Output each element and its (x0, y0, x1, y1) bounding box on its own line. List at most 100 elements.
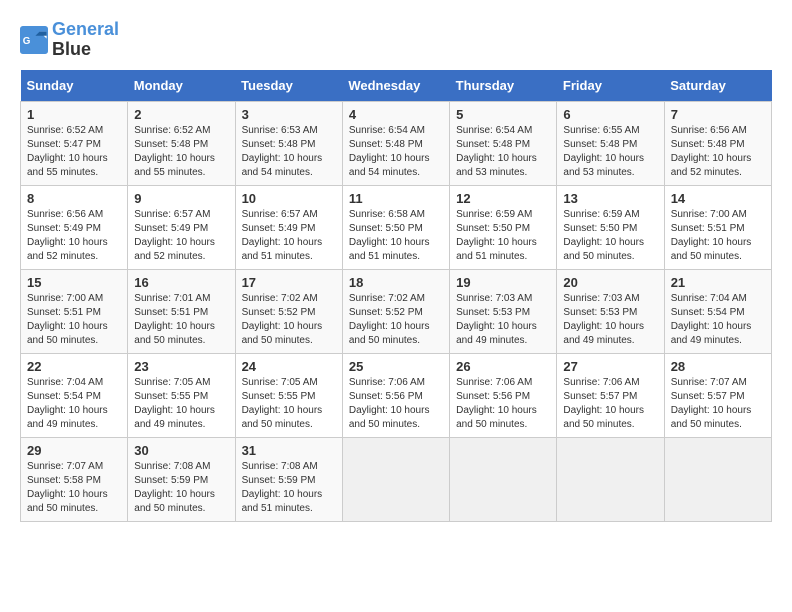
day-info: Sunrise: 6:54 AM Sunset: 5:48 PM Dayligh… (456, 124, 550, 180)
day-number: 23 (134, 359, 228, 374)
weekday-header-row: SundayMondayTuesdayWednesdayThursdayFrid… (21, 70, 772, 102)
logo-text: GeneralBlue (52, 20, 119, 60)
day-number: 6 (563, 107, 657, 122)
day-info: Sunrise: 6:54 AM Sunset: 5:48 PM Dayligh… (349, 124, 443, 180)
day-info: Sunrise: 6:57 AM Sunset: 5:49 PM Dayligh… (134, 208, 228, 264)
calendar-cell: 6 Sunrise: 6:55 AM Sunset: 5:48 PM Daylig… (557, 101, 664, 185)
calendar-week-2: 8 Sunrise: 6:56 AM Sunset: 5:49 PM Daylig… (21, 185, 772, 269)
day-info: Sunrise: 6:53 AM Sunset: 5:48 PM Dayligh… (242, 124, 336, 180)
day-number: 18 (349, 275, 443, 290)
calendar-cell: 14 Sunrise: 7:00 AM Sunset: 5:51 PM Dayli… (664, 185, 771, 269)
day-number: 8 (27, 191, 121, 206)
calendar-cell (450, 437, 557, 521)
calendar-cell: 8 Sunrise: 6:56 AM Sunset: 5:49 PM Daylig… (21, 185, 128, 269)
calendar-week-5: 29 Sunrise: 7:07 AM Sunset: 5:58 PM Dayli… (21, 437, 772, 521)
day-info: Sunrise: 6:59 AM Sunset: 5:50 PM Dayligh… (563, 208, 657, 264)
calendar-cell: 11 Sunrise: 6:58 AM Sunset: 5:50 PM Dayli… (342, 185, 449, 269)
day-number: 14 (671, 191, 765, 206)
day-info: Sunrise: 7:04 AM Sunset: 5:54 PM Dayligh… (27, 376, 121, 432)
weekday-header-tuesday: Tuesday (235, 70, 342, 102)
calendar-cell: 25Sunrise: 7:06 AM Sunset: 5:56 PM Dayli… (342, 353, 449, 437)
day-number: 10 (242, 191, 336, 206)
day-info: Sunrise: 7:02 AM Sunset: 5:52 PM Dayligh… (349, 292, 443, 348)
day-info: Sunrise: 7:00 AM Sunset: 5:51 PM Dayligh… (671, 208, 765, 264)
weekday-header-thursday: Thursday (450, 70, 557, 102)
calendar-cell: 15 Sunrise: 7:00 AM Sunset: 5:51 PM Dayli… (21, 269, 128, 353)
day-number: 15 (27, 275, 121, 290)
calendar-header: SundayMondayTuesdayWednesdayThursdayFrid… (21, 70, 772, 102)
weekday-header-monday: Monday (128, 70, 235, 102)
calendar-cell: 1 Sunrise: 6:52 AM Sunset: 5:47 PM Daylig… (21, 101, 128, 185)
day-number: 7 (671, 107, 765, 122)
day-info: Sunrise: 6:56 AM Sunset: 5:48 PM Dayligh… (671, 124, 765, 180)
day-number: 17 (242, 275, 336, 290)
weekday-header-friday: Friday (557, 70, 664, 102)
day-number: 20 (563, 275, 657, 290)
day-number: 2 (134, 107, 228, 122)
day-info: Sunrise: 7:08 AM Sunset: 5:59 PM Dayligh… (242, 460, 336, 516)
calendar-cell (342, 437, 449, 521)
calendar-cell: 30 Sunrise: 7:08 AM Sunset: 5:59 PM Dayli… (128, 437, 235, 521)
calendar-cell: 27 Sunrise: 7:06 AM Sunset: 5:57 PM Dayli… (557, 353, 664, 437)
day-number: 21 (671, 275, 765, 290)
calendar-cell: 13Sunrise: 6:59 AM Sunset: 5:50 PM Dayli… (557, 185, 664, 269)
calendar-cell: 19Sunrise: 7:03 AM Sunset: 5:53 PM Dayli… (450, 269, 557, 353)
calendar-week-4: 22Sunrise: 7:04 AM Sunset: 5:54 PM Dayli… (21, 353, 772, 437)
page-header: G GeneralBlue (20, 20, 772, 60)
day-number: 30 (134, 443, 228, 458)
day-info: Sunrise: 7:03 AM Sunset: 5:53 PM Dayligh… (456, 292, 550, 348)
calendar-cell: 26 Sunrise: 7:06 AM Sunset: 5:56 PM Dayli… (450, 353, 557, 437)
svg-text:G: G (23, 36, 31, 47)
calendar-cell: 31 Sunrise: 7:08 AM Sunset: 5:59 PM Dayli… (235, 437, 342, 521)
day-number: 28 (671, 359, 765, 374)
day-number: 9 (134, 191, 228, 206)
day-number: 24 (242, 359, 336, 374)
day-info: Sunrise: 7:00 AM Sunset: 5:51 PM Dayligh… (27, 292, 121, 348)
day-info: Sunrise: 7:08 AM Sunset: 5:59 PM Dayligh… (134, 460, 228, 516)
weekday-header-saturday: Saturday (664, 70, 771, 102)
day-info: Sunrise: 7:05 AM Sunset: 5:55 PM Dayligh… (134, 376, 228, 432)
day-info: Sunrise: 6:56 AM Sunset: 5:49 PM Dayligh… (27, 208, 121, 264)
day-info: Sunrise: 7:05 AM Sunset: 5:55 PM Dayligh… (242, 376, 336, 432)
day-number: 11 (349, 191, 443, 206)
day-number: 1 (27, 107, 121, 122)
day-number: 3 (242, 107, 336, 122)
day-number: 16 (134, 275, 228, 290)
day-info: Sunrise: 6:59 AM Sunset: 5:50 PM Dayligh… (456, 208, 550, 264)
calendar-week-3: 15 Sunrise: 7:00 AM Sunset: 5:51 PM Dayli… (21, 269, 772, 353)
calendar-cell (664, 437, 771, 521)
calendar-cell: 10 Sunrise: 6:57 AM Sunset: 5:49 PM Dayli… (235, 185, 342, 269)
day-number: 5 (456, 107, 550, 122)
day-info: Sunrise: 7:02 AM Sunset: 5:52 PM Dayligh… (242, 292, 336, 348)
calendar-table: SundayMondayTuesdayWednesdayThursdayFrid… (20, 70, 772, 522)
day-number: 29 (27, 443, 121, 458)
calendar-cell: 16 Sunrise: 7:01 AM Sunset: 5:51 PM Dayli… (128, 269, 235, 353)
day-info: Sunrise: 7:06 AM Sunset: 5:56 PM Dayligh… (456, 376, 550, 432)
calendar-cell: 12Sunrise: 6:59 AM Sunset: 5:50 PM Dayli… (450, 185, 557, 269)
day-number: 31 (242, 443, 336, 458)
day-number: 26 (456, 359, 550, 374)
calendar-cell (557, 437, 664, 521)
calendar-cell: 21 Sunrise: 7:04 AM Sunset: 5:54 PM Dayli… (664, 269, 771, 353)
calendar-cell: 2Sunrise: 6:52 AM Sunset: 5:48 PM Daylig… (128, 101, 235, 185)
weekday-header-sunday: Sunday (21, 70, 128, 102)
day-info: Sunrise: 7:03 AM Sunset: 5:53 PM Dayligh… (563, 292, 657, 348)
day-info: Sunrise: 6:57 AM Sunset: 5:49 PM Dayligh… (242, 208, 336, 264)
calendar-cell: 5 Sunrise: 6:54 AM Sunset: 5:48 PM Daylig… (450, 101, 557, 185)
calendar-cell: 9 Sunrise: 6:57 AM Sunset: 5:49 PM Daylig… (128, 185, 235, 269)
logo: G GeneralBlue (20, 20, 119, 60)
day-info: Sunrise: 7:07 AM Sunset: 5:58 PM Dayligh… (27, 460, 121, 516)
day-number: 4 (349, 107, 443, 122)
day-info: Sunrise: 7:06 AM Sunset: 5:56 PM Dayligh… (349, 376, 443, 432)
calendar-cell: 18 Sunrise: 7:02 AM Sunset: 5:52 PM Dayli… (342, 269, 449, 353)
day-info: Sunrise: 7:01 AM Sunset: 5:51 PM Dayligh… (134, 292, 228, 348)
calendar-cell: 22Sunrise: 7:04 AM Sunset: 5:54 PM Dayli… (21, 353, 128, 437)
day-info: Sunrise: 7:06 AM Sunset: 5:57 PM Dayligh… (563, 376, 657, 432)
day-info: Sunrise: 6:58 AM Sunset: 5:50 PM Dayligh… (349, 208, 443, 264)
day-info: Sunrise: 7:04 AM Sunset: 5:54 PM Dayligh… (671, 292, 765, 348)
day-number: 27 (563, 359, 657, 374)
weekday-header-wednesday: Wednesday (342, 70, 449, 102)
day-info: Sunrise: 6:52 AM Sunset: 5:47 PM Dayligh… (27, 124, 121, 180)
day-info: Sunrise: 6:55 AM Sunset: 5:48 PM Dayligh… (563, 124, 657, 180)
calendar-cell: 3 Sunrise: 6:53 AM Sunset: 5:48 PM Daylig… (235, 101, 342, 185)
